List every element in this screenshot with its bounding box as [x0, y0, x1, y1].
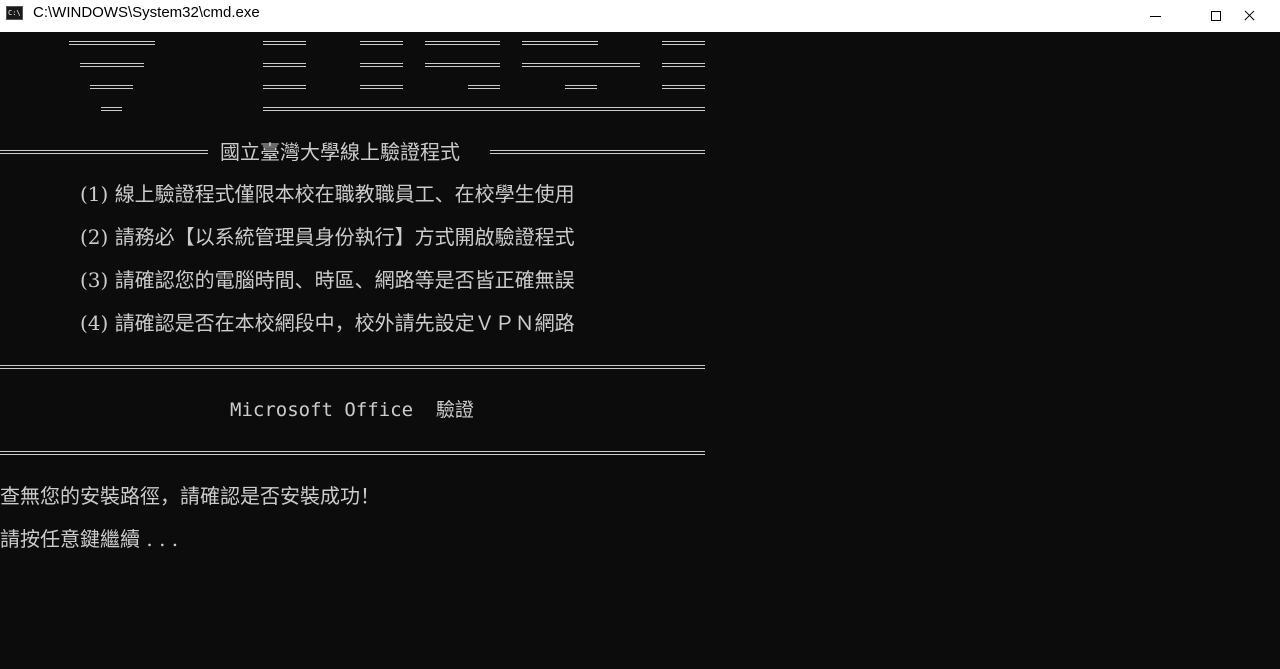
- banner-divider-left: [0, 150, 208, 154]
- title-bar[interactable]: C:\. C:\WINDOWS\System32\cmd.exe: [0, 0, 1280, 32]
- notice-line-4: (4) 請確認是否在本校網段中，校外請先設定ＶＰＮ網路: [80, 311, 575, 335]
- banner-divider-right: [490, 150, 705, 154]
- cmd-icon[interactable]: C:\.: [6, 6, 23, 20]
- banner-title: 國立臺灣大學線上驗證程式: [220, 140, 460, 164]
- minimize-button[interactable]: [1132, 0, 1178, 32]
- notice-line-1: (1) 線上驗證程式僅限本校在職教職員工、在校學生使用: [80, 182, 575, 206]
- notice-line-2: (2) 請務必【以系統管理員身份執行】方式開啟驗證程式: [80, 225, 575, 249]
- minimize-icon: [1149, 15, 1161, 17]
- cmd-window: C:\. C:\WINDOWS\System32\cmd.exe: [0, 0, 1280, 669]
- section-divider-bottom: [0, 451, 705, 455]
- console-output[interactable]: 國立臺灣大學線上驗證程式 (1) 線上驗證程式僅限本校在職教職員工、在校學生使用…: [0, 32, 1280, 669]
- close-button[interactable]: [1244, 0, 1280, 32]
- section-title: Microsoft Office 驗證: [230, 399, 474, 421]
- maximize-icon: [1211, 11, 1221, 21]
- error-message: 查無您的安裝路徑，請確認是否安裝成功！: [0, 484, 380, 508]
- close-icon: [1244, 11, 1254, 21]
- window-title: C:\WINDOWS\System32\cmd.exe: [33, 4, 260, 21]
- notice-line-3: (3) 請確認您的電腦時間、時區、網路等是否皆正確無誤: [80, 268, 575, 292]
- continue-prompt: 請按任意鍵繼續 . . .: [0, 527, 179, 551]
- maximize-button[interactable]: [1193, 0, 1239, 32]
- section-divider-top: [0, 365, 705, 369]
